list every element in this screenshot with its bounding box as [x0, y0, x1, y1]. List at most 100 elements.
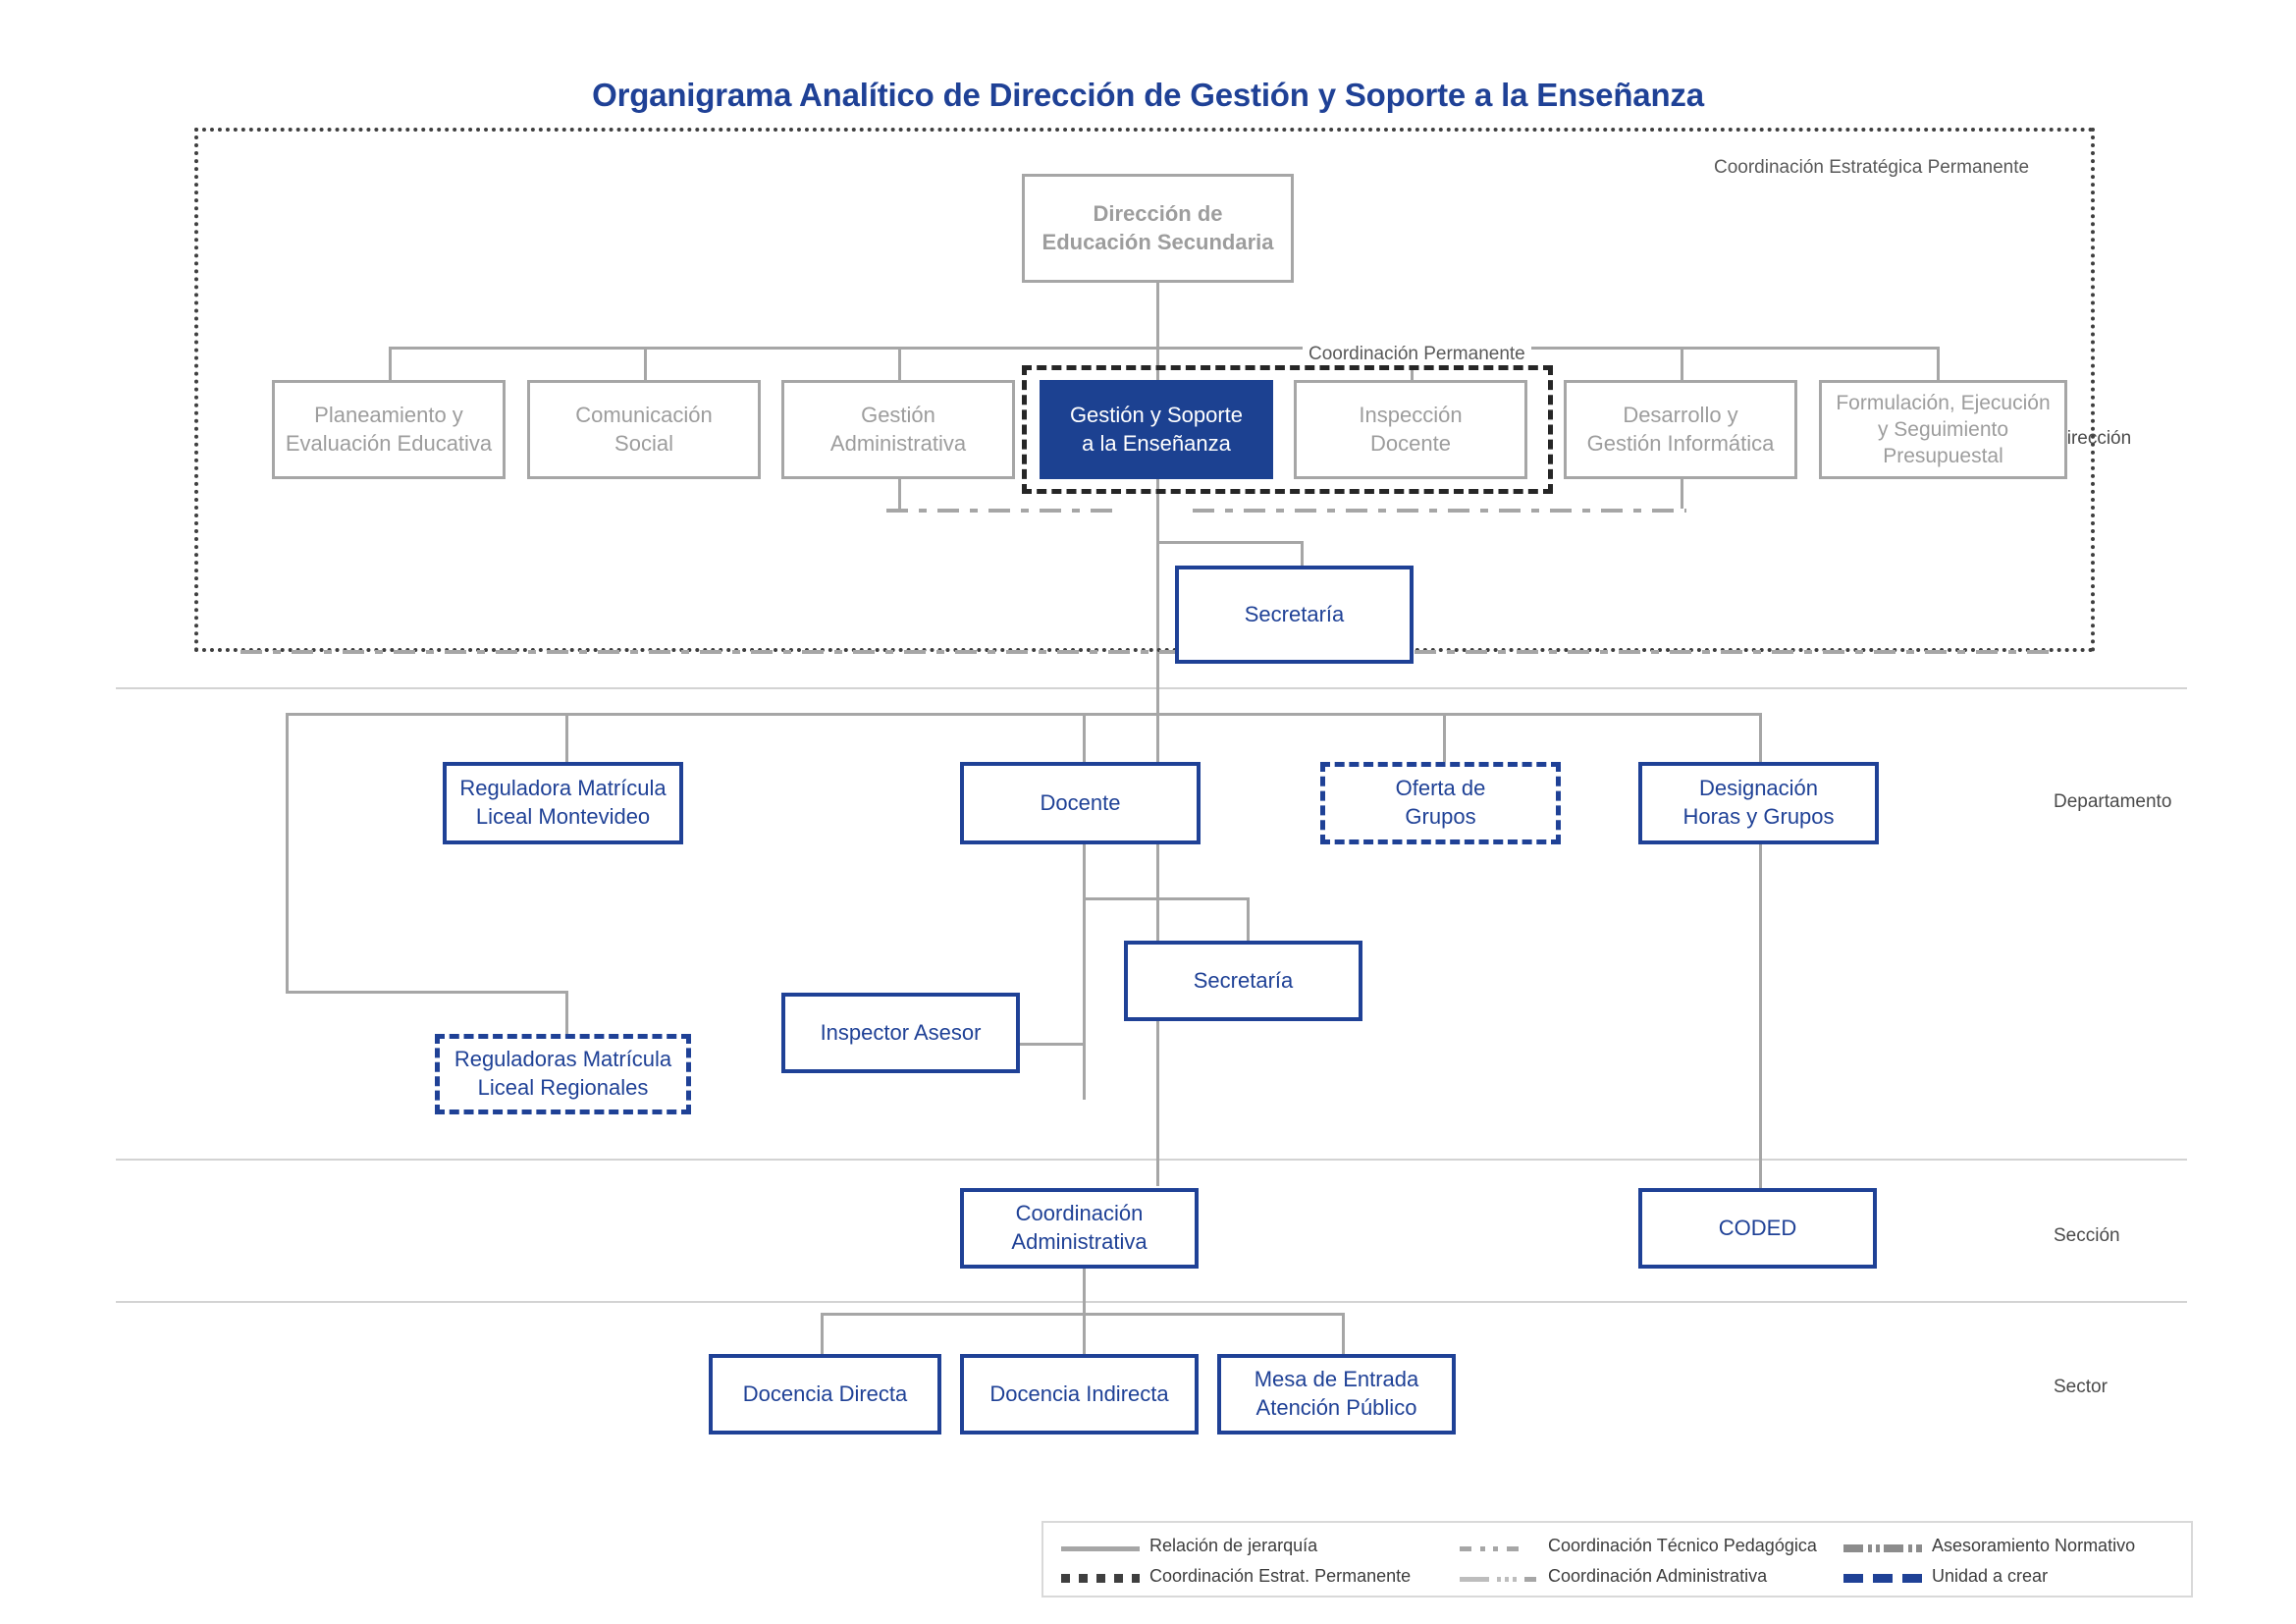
connector-docente-spine — [1083, 844, 1086, 1100]
node-line-3: Presupuestal — [1883, 445, 2003, 468]
band-separator-direccion — [116, 687, 2187, 689]
node-secretaria-docente[interactable]: Secretaría — [1124, 941, 1362, 1021]
node-line-2: Atención Público — [1255, 1395, 1417, 1420]
connector-regionales-cross — [286, 991, 568, 994]
node-line-2: Social — [614, 430, 673, 456]
connector-asesoramiento-bottom — [240, 650, 2052, 654]
connector-regionales-drop — [565, 991, 568, 1034]
node-line-1: Reguladora Matrícula — [459, 776, 667, 801]
connector-drop-designacion — [1759, 713, 1762, 762]
legend-panel: Relación de jerarquía Coordinación Estra… — [1041, 1521, 2193, 1597]
legend-label: Coordinación Administrativa — [1548, 1566, 1768, 1586]
node-mesa-entrada-atencion-publico[interactable]: Mesa de Entrada Atención Público — [1217, 1354, 1456, 1435]
node-line-1: Secretaría — [1244, 601, 1345, 626]
node-coded[interactable]: CODED — [1638, 1188, 1877, 1269]
connector-drop-docencia-indirecta — [1083, 1313, 1086, 1354]
band-label-sector: Sector — [2054, 1377, 2108, 1397]
legend-item-coordinacion-tecnico-pedagogica: Coordinación Técnico Pedagógica — [1460, 1531, 1817, 1561]
connector-drop-docencia-directa — [821, 1313, 824, 1354]
legend-item-asesoramiento-normativo: Asesoramiento Normativo — [1843, 1531, 2135, 1561]
node-line-1: Comunicación — [575, 402, 713, 427]
node-line-1: Docencia Indirecta — [989, 1380, 1169, 1406]
legend-swatch-square-dotted-line-icon — [1061, 1573, 1140, 1583]
legend-label: Coordinación Estrat. Permanente — [1149, 1566, 1412, 1586]
band-label-departamento: Departamento — [2054, 791, 2172, 812]
connector-drop-oferta — [1443, 713, 1446, 762]
connector-drop-mesa-entrada — [1342, 1313, 1345, 1354]
band-label-seccion: Sección — [2054, 1225, 2120, 1246]
node-line-2: Evaluación Educativa — [285, 430, 493, 456]
coordinacion-estrategica-label: Coordinación Estratégica Permanente — [1708, 157, 2036, 179]
legend-label: Asesoramiento Normativo — [1932, 1536, 2136, 1555]
node-line-1: Inspector Asesor — [820, 1019, 982, 1045]
node-line-1: Coordinación — [1015, 1201, 1144, 1226]
connector-designacion-spine — [1759, 844, 1762, 1188]
node-line-1: Docente — [1040, 789, 1121, 815]
node-line-1: Desarrollo y — [1623, 402, 1738, 427]
connector-drop-docente — [1083, 713, 1086, 762]
node-line-2: Gestión Informática — [1586, 430, 1775, 456]
node-line-1: Secretaría — [1193, 967, 1294, 993]
node-line-1: Dirección de — [1093, 200, 1223, 226]
legend-swatch-blue-dashed-line-icon — [1843, 1573, 1922, 1583]
node-line-1: Designación — [1698, 776, 1819, 801]
node-line-1: Docencia Directa — [742, 1380, 908, 1406]
legend-swatch-dash-dot-line-icon — [1460, 1545, 1538, 1551]
coordinacion-permanente-label: Coordinación Permanente — [1303, 344, 1531, 365]
node-line-2: Educación Secundaria — [1041, 229, 1274, 254]
node-direccion-educacion-secundaria[interactable]: Dirección de Educación Secundaria — [1022, 174, 1294, 283]
node-line-2: Administrativa — [829, 430, 967, 456]
legend-item-relacion-jerarquia: Relación de jerarquía — [1061, 1531, 1411, 1561]
connector-asesoramiento-left — [886, 509, 1119, 513]
node-line-1: CODED — [1718, 1215, 1797, 1240]
node-reguladora-matricula-liceal-montevideo[interactable]: Reguladora Matrícula Liceal Montevideo — [443, 762, 683, 844]
node-desarrollo-gestion-informatica[interactable]: Desarrollo y Gestión Informática — [1564, 380, 1797, 479]
node-line-1: Gestión — [861, 402, 935, 427]
node-planeamiento-evaluacion-educativa[interactable]: Planeamiento y Evaluación Educativa — [272, 380, 506, 479]
node-line-2: y Seguimiento — [1877, 417, 2009, 441]
connector-drop-montevideo — [565, 713, 568, 762]
connector-regionales-left-riser — [286, 713, 289, 994]
node-secretaria-direccion[interactable]: Secretaría — [1175, 566, 1414, 664]
node-docente[interactable]: Docente — [960, 762, 1201, 844]
node-line-2: Administrativa — [1011, 1229, 1148, 1254]
node-designacion-horas-y-grupos[interactable]: Designación Horas y Grupos — [1638, 762, 1879, 844]
legend-swatch-line-dots-icon — [1460, 1576, 1538, 1582]
node-gestion-administrativa[interactable]: Gestión Administrativa — [781, 380, 1015, 479]
legend-label: Relación de jerarquía — [1149, 1536, 1318, 1555]
connector-docente-secretaria-drop — [1247, 897, 1250, 941]
legend-label: Unidad a crear — [1932, 1566, 2049, 1586]
node-line-1: Planeamiento y — [314, 402, 463, 427]
legend-item-coordinacion-estrat-permanente: Coordinación Estrat. Permanente — [1061, 1561, 1411, 1592]
organigrama-canvas: Organigrama Analítico de Dirección de Ge… — [0, 0, 2296, 1624]
legend-label: Coordinación Técnico Pedagógica — [1548, 1536, 1817, 1555]
connector-coordinacion-spine — [1083, 1269, 1086, 1313]
legend-item-unidad-a-crear: Unidad a crear — [1843, 1561, 2135, 1592]
node-line-1: Formulación, Ejecución — [1836, 391, 2051, 414]
legend-swatch-solid-line-icon — [1061, 1545, 1140, 1551]
connector-inspector-asesor-link — [1019, 1043, 1086, 1046]
band-separator-seccion — [116, 1301, 2187, 1303]
node-line-1: Mesa de Entrada — [1254, 1367, 1419, 1392]
coordinacion-permanente-frame — [1022, 365, 1553, 494]
node-inspector-asesor[interactable]: Inspector Asesor — [781, 993, 1020, 1073]
legend-swatch-dash-dot-dot-line-icon — [1843, 1543, 1922, 1552]
node-line-1: Reguladoras Matrícula — [454, 1047, 672, 1072]
band-separator-departamento — [116, 1159, 2187, 1161]
node-formulacion-ejecucion-seguimiento-presupuestal[interactable]: Formulación, Ejecución y Seguimiento Pre… — [1819, 380, 2067, 479]
node-docencia-directa[interactable]: Docencia Directa — [709, 1354, 941, 1435]
node-line-1: Oferta de — [1395, 776, 1486, 801]
node-docencia-indirecta[interactable]: Docencia Indirecta — [960, 1354, 1199, 1435]
node-line-2: Horas y Grupos — [1682, 804, 1835, 829]
connector-asesoramiento-right — [1193, 509, 1686, 513]
node-reguladoras-matricula-liceal-regionales[interactable]: Reguladoras Matrícula Liceal Regionales — [435, 1034, 691, 1114]
node-comunicacion-social[interactable]: Comunicación Social — [527, 380, 761, 479]
node-coordinacion-administrativa[interactable]: Coordinación Administrativa — [960, 1188, 1199, 1269]
node-oferta-de-grupos[interactable]: Oferta de Grupos — [1320, 762, 1561, 844]
legend-item-coordinacion-administrativa: Coordinación Administrativa — [1460, 1561, 1817, 1592]
connector-docente-secretaria-bar — [1083, 897, 1250, 900]
connector-departamento-bus — [286, 713, 1759, 716]
page-title: Organigrama Analítico de Dirección de Ge… — [592, 77, 1704, 113]
node-line-2: Liceal Montevideo — [475, 804, 651, 829]
node-line-2: Liceal Regionales — [477, 1075, 649, 1100]
